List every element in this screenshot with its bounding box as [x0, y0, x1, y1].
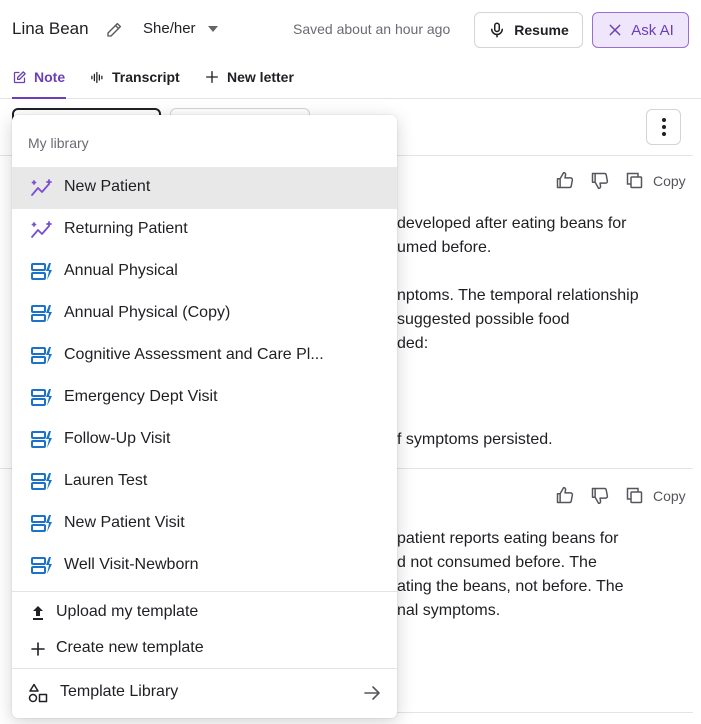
note-text-line: umed before.: [397, 239, 492, 256]
template-item-returning-patient[interactable]: Returning Patient: [12, 209, 397, 251]
tab-note[interactable]: Note: [12, 65, 65, 89]
template-bolt-icon: [31, 557, 52, 574]
template-item-follow-up-visit[interactable]: Follow-Up Visit: [12, 419, 397, 461]
note-text-line: ating the beans, not before. The: [397, 578, 624, 595]
thumbs-down-icon[interactable]: [589, 485, 610, 506]
copy-icon: [626, 487, 643, 504]
copy-button[interactable]: Copy: [624, 170, 686, 191]
section-actions: Copy: [554, 170, 686, 191]
close-x-icon: [609, 24, 621, 36]
tab-bar: Note Transcript New letter: [0, 60, 701, 99]
tab-transcript-label: Transcript: [112, 69, 180, 85]
shapes-icon: [28, 683, 48, 703]
thumbs-up-icon[interactable]: [554, 170, 575, 191]
ask-ai-label: Ask AI: [631, 21, 674, 39]
section-actions: Copy: [554, 485, 686, 506]
template-item-label: Cognitive Assessment and Care Pl...: [64, 346, 324, 363]
chevron-down-icon: [207, 25, 218, 32]
saved-status: Saved about an hour ago: [293, 21, 451, 37]
template-item-lauren-test[interactable]: Lauren Test: [12, 461, 397, 503]
microphone-icon: [491, 22, 504, 38]
tab-transcript[interactable]: Transcript: [90, 65, 180, 89]
template-bolt-icon: [31, 389, 52, 406]
kebab-dot: [661, 132, 666, 136]
section-divider: [397, 712, 693, 713]
pronoun-value: She/her: [143, 20, 196, 37]
template-item-label: Annual Physical (Copy): [64, 304, 231, 321]
copy-icon: [626, 172, 643, 189]
tab-note-label: Note: [34, 69, 66, 85]
waveform-icon: [91, 71, 103, 83]
template-item-label: Returning Patient: [64, 220, 188, 237]
note-text-line: nal symptoms.: [397, 602, 501, 619]
note-text-line: suggested possible food: [397, 311, 570, 328]
upload-template-button[interactable]: Upload my template: [12, 597, 397, 631]
note-text-line: d not consumed before. The: [397, 554, 597, 571]
thumbs-down-icon[interactable]: [589, 170, 610, 191]
template-bolt-icon: [31, 305, 52, 322]
template-library-label: Template Library: [60, 683, 179, 700]
upload-icon: [33, 606, 43, 620]
template-item-label: Lauren Test: [64, 472, 148, 489]
kebab-dot: [661, 125, 666, 129]
template-item-label: Annual Physical: [64, 262, 178, 279]
template-item-new-patient[interactable]: New Patient: [12, 167, 397, 209]
arrow-right-icon: [364, 686, 380, 700]
resume-label: Resume: [514, 22, 569, 38]
template-item-new-patient-visit[interactable]: New Patient Visit: [12, 503, 397, 545]
template-bolt-icon: [31, 263, 52, 280]
note-text-line: ded:: [397, 335, 429, 352]
copy-label: Copy: [653, 172, 686, 189]
template-bolt-icon: [31, 473, 52, 490]
note-text-line: f symptoms persisted.: [397, 431, 553, 448]
header: Lina Bean She/her Saved about an hour ag…: [0, 0, 701, 60]
note-text-line: developed after eating beans for: [397, 215, 627, 232]
create-template-button[interactable]: Create new template: [12, 633, 397, 667]
copy-button[interactable]: Copy: [624, 485, 686, 506]
template-item-label: Well Visit-Newborn: [64, 556, 199, 573]
template-item-well-visit-newborn[interactable]: Well Visit-Newborn: [12, 545, 397, 587]
dropdown-header: My library: [28, 135, 89, 151]
template-item-label: Follow-Up Visit: [64, 430, 171, 447]
template-dropdown: My library New Patient Returning Patient…: [12, 115, 397, 718]
sparkle-chart-icon: [31, 179, 52, 196]
tab-new-letter-label: New letter: [227, 69, 294, 85]
template-bolt-icon: [31, 347, 52, 364]
upload-template-label: Upload my template: [56, 603, 199, 620]
template-bolt-icon: [31, 515, 52, 532]
patient-name: Lina Bean: [12, 19, 89, 38]
template-item-cognitive-assessment[interactable]: Cognitive Assessment and Care Pl...: [12, 335, 397, 377]
pencil-icon[interactable]: [105, 21, 123, 39]
active-tab-indicator: [12, 97, 66, 99]
template-item-label: New Patient: [64, 178, 151, 195]
plus-icon: [31, 642, 45, 656]
dropdown-divider: [12, 591, 397, 592]
ask-ai-button[interactable]: Ask AI: [592, 12, 689, 48]
template-bolt-icon: [31, 431, 52, 448]
copy-label: Copy: [653, 487, 686, 504]
template-item-annual-physical-copy[interactable]: Annual Physical (Copy): [12, 293, 397, 335]
more-options-button[interactable]: [646, 109, 681, 145]
thumbs-up-icon[interactable]: [554, 485, 575, 506]
template-item-label: New Patient Visit: [64, 514, 185, 531]
note-edit-icon: [13, 70, 26, 83]
template-item-label: Emergency Dept Visit: [64, 388, 218, 405]
note-text-line: nptoms. The temporal relationship: [397, 287, 639, 304]
kebab-dot: [661, 118, 666, 122]
create-template-label: Create new template: [56, 639, 204, 656]
template-library-link[interactable]: Template Library: [12, 669, 397, 718]
plus-icon: [206, 71, 218, 83]
pronoun-select[interactable]: She/her: [143, 20, 218, 37]
template-item-annual-physical[interactable]: Annual Physical: [12, 251, 397, 293]
note-text-line: patient reports eating beans for: [397, 530, 619, 547]
resume-button[interactable]: Resume: [474, 12, 583, 48]
tab-new-letter[interactable]: New letter: [204, 65, 294, 89]
template-item-emergency-dept-visit[interactable]: Emergency Dept Visit: [12, 377, 397, 419]
sparkle-chart-icon: [31, 221, 52, 238]
